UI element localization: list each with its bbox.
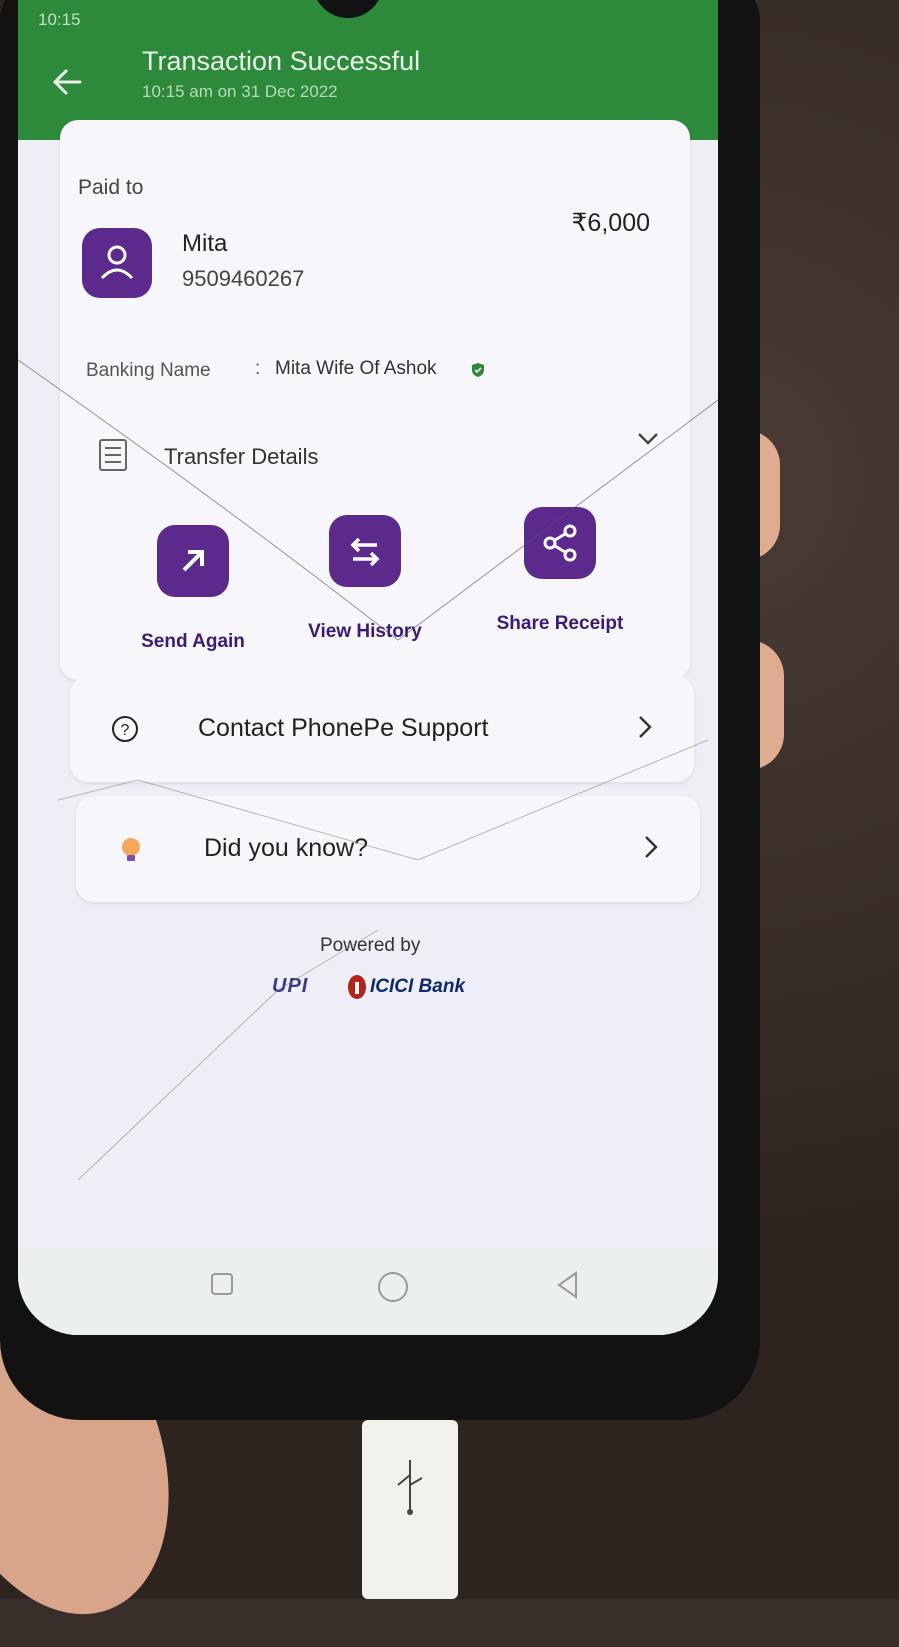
share-icon xyxy=(524,507,596,579)
phone-screen: 10:15 Transaction Successful 10:15 am on… xyxy=(18,0,718,1335)
share-receipt-button[interactable]: Share Receipt xyxy=(485,507,635,635)
view-history-label: View History xyxy=(308,621,422,642)
status-time: 10:15 xyxy=(38,10,81,29)
paid-to-label: Paid to xyxy=(78,176,144,199)
swap-arrows-icon xyxy=(329,515,401,587)
banking-name-value: Mita Wife Of Ashok xyxy=(275,358,437,379)
question-icon: ? xyxy=(112,716,138,742)
send-again-label: Send Again xyxy=(141,631,245,652)
payee-avatar-icon xyxy=(82,228,152,298)
payee-phone: 9509460267 xyxy=(182,266,305,291)
back-arrow-icon[interactable] xyxy=(48,62,88,102)
bank-name: ICICI Bank xyxy=(370,976,466,997)
receipt-list-icon xyxy=(99,439,127,471)
send-again-button[interactable]: Send Again xyxy=(118,525,268,653)
usb-cable xyxy=(362,1420,458,1599)
camera-notch xyxy=(313,0,383,18)
header-bar: 10:15 Transaction Successful 10:15 am on… xyxy=(18,0,718,140)
chevron-down-icon[interactable] xyxy=(636,430,660,448)
payee-name: Mita xyxy=(182,230,228,257)
phone-body: 10:15 Transaction Successful 10:15 am on… xyxy=(0,0,760,1420)
transaction-card: Paid to Mita 9509460267 ₹6,000 Banking N… xyxy=(60,120,690,680)
chevron-right-icon xyxy=(645,836,658,858)
contact-support-row[interactable]: ? Contact PhonePe Support xyxy=(70,676,694,782)
home-icon[interactable] xyxy=(376,1270,410,1304)
chevron-right-icon xyxy=(639,716,652,738)
amount: ₹6,000 xyxy=(571,209,650,237)
lightbulb-icon xyxy=(122,838,140,861)
recent-apps-icon[interactable] xyxy=(208,1270,236,1298)
svg-text:?: ? xyxy=(121,722,130,739)
page-title: Transaction Successful xyxy=(142,46,421,76)
transaction-timestamp: 10:15 am on 31 Dec 2022 xyxy=(142,82,338,101)
powered-by-label: Powered by xyxy=(320,935,421,956)
share-receipt-label: Share Receipt xyxy=(496,613,624,634)
did-you-know-label: Did you know? xyxy=(204,834,368,862)
banking-name-separator: : xyxy=(255,358,261,379)
back-nav-icon[interactable] xyxy=(554,1270,582,1300)
contact-support-label: Contact PhonePe Support xyxy=(198,714,489,742)
system-nav-bar xyxy=(18,1250,718,1335)
view-history-button[interactable]: View History xyxy=(290,515,440,643)
banking-name-label: Banking Name xyxy=(86,360,211,381)
icici-logo-icon xyxy=(348,975,366,999)
did-you-know-row[interactable]: Did you know? xyxy=(76,796,700,902)
transfer-details-toggle[interactable]: Transfer Details xyxy=(164,444,318,470)
upi-logo: UPI xyxy=(272,975,309,997)
arrow-up-right-icon xyxy=(157,525,229,597)
verified-shield-icon xyxy=(472,363,484,377)
